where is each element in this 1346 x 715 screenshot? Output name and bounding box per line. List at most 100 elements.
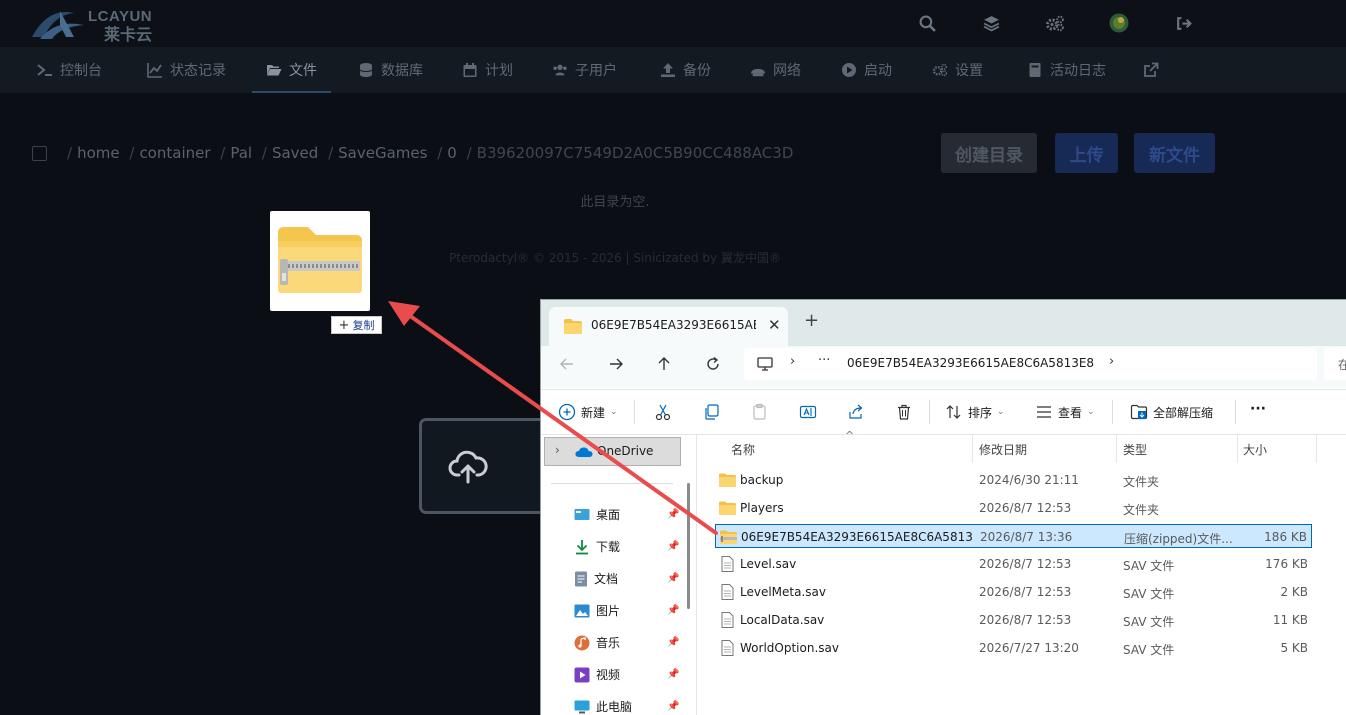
sort-icon <box>946 405 961 419</box>
forward-arrow-icon[interactable] <box>608 356 624 372</box>
empty-directory-message: 此目录为空. <box>580 195 650 210</box>
explorer-tab[interactable]: 06E9E7B54EA3293E6615AE8C6A5813E8 ✕ <box>549 307 788 346</box>
breadcrumb-container[interactable]: container <box>139 144 210 162</box>
nav-external-link[interactable] <box>1143 47 1159 93</box>
cogs-icon[interactable] <box>1042 10 1068 36</box>
table-row[interactable]: LocalData.sav 2026/8/7 12:53 SAV 文件 11 K… <box>715 608 1312 632</box>
sidebar-item-onedrive[interactable]: › OneDrive <box>544 437 681 466</box>
zip-folder-icon <box>720 530 737 544</box>
sidebar-scrollbar[interactable] <box>687 483 690 609</box>
sidebar-item-desktop[interactable]: 桌面 <box>574 506 620 523</box>
share-button[interactable] <box>847 403 865 421</box>
avatar[interactable] <box>1106 10 1132 36</box>
extract-all-label: 全部解压缩 <box>1153 405 1214 420</box>
more-options-button[interactable]: ··· <box>1250 401 1266 417</box>
column-header-name[interactable]: 名称 <box>731 441 755 458</box>
view-button[interactable]: 查看 ⌄ <box>1035 403 1095 421</box>
search-field[interactable]: 在 <box>1324 348 1346 380</box>
select-all-checkbox[interactable] <box>32 146 47 161</box>
breadcrumb-savegames[interactable]: SaveGames <box>338 144 427 162</box>
sort-button[interactable]: 排序 ⌄ <box>945 403 1005 421</box>
breadcrumb-home[interactable]: home <box>77 144 120 162</box>
copy-drop-badge: + 复制 <box>331 316 382 334</box>
column-header-date[interactable]: 修改日期 <box>979 441 1027 458</box>
terminal-icon <box>37 64 52 76</box>
new-button[interactable]: 新建 ⌄ <box>558 403 618 421</box>
top-bar: LCAYUN 莱卡云 <box>0 0 1346 47</box>
nav-startup[interactable]: 启动 <box>841 47 892 93</box>
table-row[interactable]: Level.sav 2026/8/7 12:53 SAV 文件 176 KB <box>715 552 1312 576</box>
up-arrow-icon[interactable] <box>656 356 672 372</box>
column-header-type[interactable]: 类型 <box>1123 441 1147 458</box>
site-logo[interactable]: LCAYUN 莱卡云 <box>30 3 170 44</box>
upload-button[interactable]: 上传 <box>1055 133 1118 173</box>
back-arrow-icon[interactable] <box>559 356 575 372</box>
table-row-selected[interactable]: 06E9E7B54EA3293E6615AE8C6A5813... 2026/8… <box>715 524 1312 548</box>
file-type: 文件夹 <box>1123 475 1160 489</box>
table-row[interactable]: WorldOption.sav 2026/7/27 13:20 SAV 文件 5… <box>715 636 1312 660</box>
file-date: 2026/8/7 12:53 <box>979 613 1072 627</box>
chevron-right-icon[interactable]: › <box>555 443 560 457</box>
nav-subusers[interactable]: 子用户 <box>552 47 617 93</box>
column-header-size[interactable]: 大小 <box>1243 441 1267 458</box>
address-field[interactable]: › ··· 06E9E7B54EA3293E6615AE8C6A5813E8 › <box>744 348 1317 380</box>
table-row[interactable]: Players 2026/8/7 12:53 文件夹 <box>715 496 1312 520</box>
upload-drop-zone[interactable] <box>419 418 559 514</box>
logout-icon[interactable] <box>1170 10 1196 36</box>
paste-button[interactable] <box>751 403 769 421</box>
copy-button[interactable] <box>703 403 721 421</box>
onedrive-icon <box>575 447 593 457</box>
new-file-button[interactable]: 新文件 <box>1134 133 1215 173</box>
sidebar-item-videos[interactable]: 视频 <box>574 666 620 683</box>
rename-button[interactable] <box>799 403 817 421</box>
nav-schedule[interactable]: 计划 <box>462 47 513 93</box>
file-icon <box>721 612 734 628</box>
file-size: 186 KB <box>1264 530 1307 544</box>
new-tab-icon[interactable]: + <box>804 310 819 331</box>
close-icon[interactable]: ✕ <box>768 316 781 334</box>
cut-button[interactable] <box>654 403 672 421</box>
sidebar-item-music[interactable]: 音乐 <box>574 634 620 651</box>
paste-icon <box>753 403 766 420</box>
nav-settings[interactable]: 设置 <box>932 47 983 93</box>
refresh-icon[interactable] <box>705 356 721 372</box>
sidebar-item-videos-label: 视频 <box>596 668 621 682</box>
file-type: SAV 文件 <box>1123 587 1175 601</box>
sidebar-item-this-pc-label: 此电脑 <box>596 700 633 714</box>
search-icon[interactable] <box>914 10 940 36</box>
nav-database[interactable]: 数据库 <box>358 47 423 93</box>
sidebar-item-this-pc[interactable]: 此电脑 <box>574 698 632 715</box>
scissors-icon <box>655 404 671 421</box>
file-type: SAV 文件 <box>1123 615 1175 629</box>
sidebar-item-pictures[interactable]: 图片 <box>574 602 620 619</box>
breadcrumb-0[interactable]: 0 <box>447 144 457 162</box>
file-date: 2026/8/7 12:53 <box>979 501 1072 515</box>
music-icon <box>574 635 590 650</box>
download-icon <box>576 539 588 554</box>
server-nav-bar: 控制台 状态记录 文件 数据库 计划 子用户 备份 网络 启动 设置 活动日志 <box>0 47 1346 93</box>
table-row[interactable]: LevelMeta.sav 2026/8/7 12:53 SAV 文件 2 KB <box>715 580 1312 604</box>
breadcrumb-pal[interactable]: Pal <box>230 144 252 162</box>
create-directory-button[interactable]: 创建目录 <box>941 133 1037 173</box>
nav-stats[interactable]: 状态记录 <box>147 47 226 93</box>
nav-subusers-label: 子用户 <box>575 63 617 79</box>
play-icon <box>842 63 856 77</box>
nav-network[interactable]: 网络 <box>750 47 801 93</box>
extract-icon <box>1130 404 1148 420</box>
file-date: 2026/8/7 12:53 <box>979 585 1072 599</box>
file-explorer-window: 06E9E7B54EA3293E6615AE8C6A5813E8 ✕ + › ·… <box>540 299 1346 715</box>
more-path-icon[interactable]: ··· <box>818 353 830 368</box>
breadcrumb-saved[interactable]: Saved <box>272 144 318 162</box>
nav-console[interactable]: 控制台 <box>37 47 102 93</box>
nav-activity[interactable]: 活动日志 <box>1027 47 1106 93</box>
file-size: 5 KB <box>1280 641 1308 655</box>
nav-files[interactable]: 文件 <box>252 47 331 93</box>
nav-backup[interactable]: 备份 <box>660 47 711 93</box>
layers-icon[interactable] <box>978 10 1004 36</box>
sidebar-item-documents[interactable]: 文档 <box>574 570 618 587</box>
sidebar-item-downloads[interactable]: 下载 <box>574 538 620 555</box>
pin-icon: 📌 <box>667 573 680 584</box>
delete-button[interactable] <box>895 403 913 421</box>
table-row[interactable]: backup 2024/6/30 21:11 文件夹 <box>715 468 1312 492</box>
extract-all-button[interactable]: 全部解压缩 <box>1130 403 1213 421</box>
